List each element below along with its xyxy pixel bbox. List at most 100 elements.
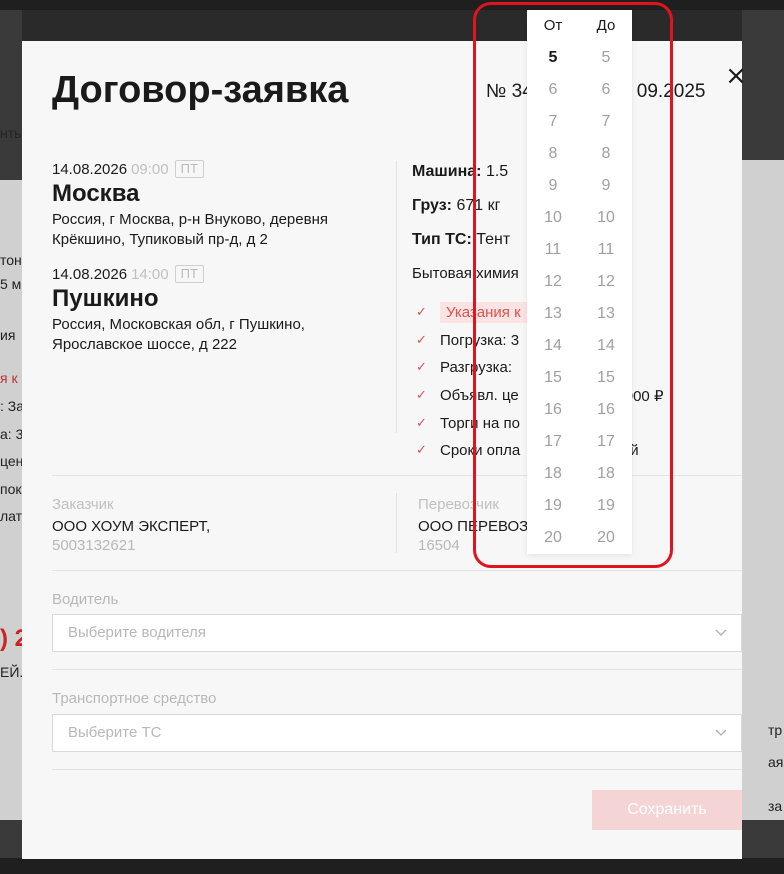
loading-time: 09:00 — [131, 160, 169, 178]
time-from-option[interactable]: 9 — [527, 170, 579, 202]
unloading-datetime: 14.08.2026 14:00 ПТ — [52, 265, 392, 283]
section-divider — [52, 769, 742, 770]
time-to-option[interactable]: 10 — [580, 202, 632, 234]
background-text-fragment: : За — [0, 398, 22, 414]
loading-point: 14.08.2026 09:00 ПТ Москва Россия, г Мос… — [52, 160, 392, 250]
doc-number-prefix: № 34 — [486, 81, 533, 102]
time-from-option[interactable]: 20 — [527, 522, 579, 554]
time-from-option[interactable]: 11 — [527, 234, 579, 266]
checkmark-icon: ✓ — [416, 332, 427, 348]
carrier-inn: 16504 — [418, 537, 460, 554]
checklist-item-text: Торги на по — [440, 414, 520, 432]
time-from-option[interactable]: 7 — [527, 106, 579, 138]
time-from-option[interactable]: 6 — [527, 74, 579, 106]
unloading-city: Пушкино — [52, 285, 159, 312]
driver-select-placeholder: Выберите водителя — [68, 624, 206, 641]
loading-date: 14.08.2026 — [52, 160, 128, 178]
checklist-item-text: Сроки опла — [440, 442, 521, 460]
background-text-fragment: цен — [0, 453, 22, 469]
loading-city: Москва — [52, 180, 140, 207]
time-from-option[interactable]: 8 — [527, 138, 579, 170]
time-from-option[interactable]: 5 — [527, 42, 579, 74]
time-to-option[interactable]: 16 — [580, 394, 632, 426]
checklist-item-text: Указания к — [440, 302, 527, 324]
time-from-option[interactable]: 14 — [527, 330, 579, 362]
background-left-page: нты тон 5 м ия я к : За а: 3 цен пок лат ) 2 ЕЙ. — [0, 10, 22, 874]
background-text-fragment: нты — [0, 125, 22, 141]
section-divider — [52, 570, 742, 571]
customer-inn: 5003132621 — [52, 537, 136, 554]
time-from-option[interactable]: 18 — [527, 458, 579, 490]
unloading-address-line1: Россия, Московская обл, г Пушкино, — [52, 316, 305, 333]
time-to-option[interactable]: 8 — [580, 138, 632, 170]
chevron-down-icon — [715, 729, 727, 736]
time-to-option[interactable]: 15 — [580, 362, 632, 394]
time-from-option[interactable]: 15 — [527, 362, 579, 394]
time-to-option[interactable]: 11 — [580, 234, 632, 266]
time-from-option[interactable]: 12 — [527, 266, 579, 298]
section-divider — [52, 669, 742, 670]
checkmark-icon: ✓ — [416, 388, 427, 404]
section-divider — [52, 475, 742, 476]
background-text-fragment: лат — [0, 508, 22, 524]
spec-cargo: Груз: 671 кг — [412, 197, 501, 214]
time-to-option[interactable]: 13 — [580, 298, 632, 330]
time-to-option[interactable]: 17 — [580, 426, 632, 458]
time-to-option[interactable]: 19 — [580, 490, 632, 522]
checkmark-icon: ✓ — [416, 415, 427, 431]
time-to-option[interactable]: 7 — [580, 106, 632, 138]
time-to-option[interactable]: 6 — [580, 74, 632, 106]
spec-vehicle-type: Тип ТС: Тент — [412, 231, 511, 248]
time-to-option[interactable]: 12 — [580, 266, 632, 298]
time-from-option[interactable]: 17 — [527, 426, 579, 458]
time-from-option[interactable]: 10 — [527, 202, 579, 234]
background-right-page: тр ая за — [742, 10, 784, 874]
background-right-content — [742, 160, 784, 820]
background-text-fragment: тон — [0, 252, 22, 268]
background-text-fragment: за — [768, 798, 783, 814]
time-to-column: До 5 6 7 8 9 10 11 12 13 14 15 16 17 18 19 20 — [580, 10, 632, 554]
time-to-option[interactable]: 9 — [580, 170, 632, 202]
parties-divider — [396, 493, 397, 553]
background-text-fragment: пок — [0, 481, 22, 497]
background-text-fragment: тр — [768, 722, 783, 738]
background-text-fragment: ) 2 — [0, 625, 22, 652]
checkmark-icon: ✓ — [416, 305, 427, 321]
time-from-option[interactable]: 13 — [527, 298, 579, 330]
spec-cargo-description: Бытовая химия — [412, 265, 519, 282]
column-divider — [396, 161, 397, 433]
background-text-fragment: 5 м — [0, 276, 22, 292]
time-to-option[interactable]: 18 — [580, 458, 632, 490]
checklist-item-text: Объявл. це — [440, 387, 519, 405]
checkmark-icon: ✓ — [416, 360, 427, 376]
time-to-header: До — [596, 17, 616, 34]
loading-address-line1: Россия, г Москва, р-н Внуково, деревня — [52, 211, 328, 228]
background-text-fragment: ия — [0, 327, 16, 343]
time-from-option[interactable]: 19 — [527, 490, 579, 522]
background-topbar — [0, 0, 784, 10]
background-text-fragment: а: 3 — [0, 426, 22, 442]
vehicle-select[interactable]: Выберите ТС — [52, 714, 742, 752]
loading-address-line2: Крёкшино, Тупиковый пр-д, д 2 — [52, 231, 268, 248]
carrier-name: ООО ПЕРЕВОЗ — [418, 518, 529, 535]
background-text-fragment: я к — [0, 370, 18, 386]
vehicle-label: Транспортное средство — [52, 690, 217, 707]
time-from-column: От 5 6 7 8 9 10 11 12 13 14 15 16 17 18 19 20 — [527, 10, 579, 554]
time-to-option[interactable]: 5 — [580, 42, 632, 74]
doc-date-suffix: 09.2025 — [636, 81, 706, 102]
time-range-picker: От 5 6 7 8 9 10 11 12 13 14 15 16 17 18 19 20 До 567891… — [527, 10, 632, 554]
customer-label: Заказчик — [52, 496, 114, 513]
background-text-fragment: ЕЙ. — [0, 664, 22, 680]
time-to-option[interactable]: 14 — [580, 330, 632, 362]
save-button[interactable]: Сохранить — [592, 790, 742, 830]
checklist-item-text: Разгрузка: — [440, 359, 512, 377]
time-to-option[interactable]: 20 — [580, 522, 632, 554]
cargo-specs: Машина: 1.5 Груз: 671 кг Тип ТС: Тент Бы… — [412, 163, 519, 299]
driver-select[interactable]: Выберите водителя — [52, 614, 742, 652]
loading-weekday-badge: ПТ — [174, 160, 204, 178]
unloading-date: 14.08.2026 — [52, 265, 128, 283]
unloading-point: 14.08.2026 14:00 ПТ Пушкино Россия, Моск… — [52, 265, 392, 355]
time-from-header: От — [543, 17, 563, 34]
time-from-option[interactable]: 16 — [527, 394, 579, 426]
close-icon[interactable]: × — [725, 63, 747, 89]
